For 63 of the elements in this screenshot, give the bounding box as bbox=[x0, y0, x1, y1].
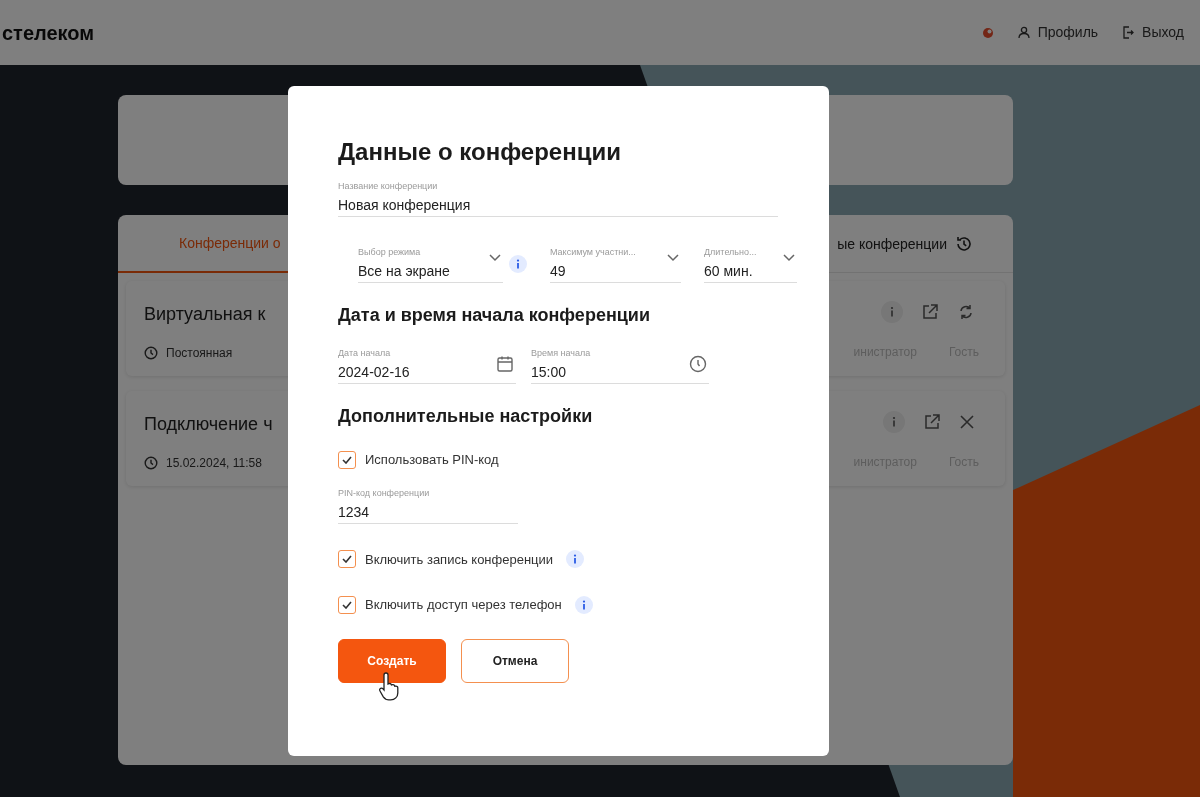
logout-icon bbox=[1122, 26, 1135, 39]
status-dot-icon bbox=[981, 26, 994, 39]
field-label: Дата начала bbox=[338, 348, 392, 359]
info-icon[interactable] bbox=[574, 595, 593, 614]
check-icon bbox=[342, 555, 352, 564]
field-label: Длительно... bbox=[704, 247, 757, 258]
history-icon bbox=[955, 235, 973, 253]
check-icon bbox=[342, 600, 352, 609]
conference-time: Постоянная bbox=[166, 345, 233, 362]
conference-title: Виртуальная к bbox=[144, 303, 266, 326]
pin-field[interactable]: PIN-код конференции 1234 bbox=[338, 486, 518, 524]
field-value: 1234 bbox=[338, 502, 371, 522]
field-value: Новая конференция bbox=[338, 196, 471, 215]
info-icon[interactable] bbox=[883, 411, 905, 433]
field-label: Название конференции bbox=[338, 181, 439, 192]
clock-icon bbox=[144, 346, 158, 360]
section-heading: Дополнительные настройки bbox=[338, 405, 593, 428]
conference-title: Подключение ч bbox=[144, 413, 273, 436]
external-link-icon[interactable] bbox=[923, 413, 941, 431]
section-heading: Дата и время начала конференции bbox=[338, 304, 650, 327]
date-field[interactable]: Дата начала 2024-02-16 bbox=[338, 347, 516, 384]
checkbox[interactable] bbox=[338, 595, 356, 614]
select-field[interactable]: Выбор режима Все на экране bbox=[358, 246, 503, 283]
dialog-title: Данные о конференции bbox=[338, 137, 621, 167]
name-field[interactable]: Название конференции Новая конференция bbox=[338, 180, 778, 217]
conference-time: 15.02.2024, 11:58 bbox=[166, 455, 262, 472]
checkbox-label: Включить запись конференции bbox=[365, 550, 554, 569]
info-icon[interactable] bbox=[881, 301, 903, 323]
logo-text: стелеком bbox=[2, 20, 95, 46]
field-value: Все на экране bbox=[358, 262, 450, 281]
field-label: PIN-код конференции bbox=[338, 487, 430, 499]
time-field[interactable]: Время начала 15:00 bbox=[531, 347, 709, 384]
select-field[interactable]: Максимум участни... 49 bbox=[550, 246, 681, 283]
create-button[interactable]: Создать bbox=[338, 638, 446, 683]
calendar-icon[interactable] bbox=[496, 355, 514, 373]
field-value: 60 мин. bbox=[704, 262, 754, 281]
tab[interactable]: ые конференции bbox=[837, 215, 1013, 273]
field-label: Выбор режима bbox=[358, 247, 422, 258]
clock-icon[interactable] bbox=[689, 355, 707, 373]
field-label: Максимум участни... bbox=[550, 247, 636, 258]
info-icon[interactable] bbox=[509, 255, 527, 273]
check-icon bbox=[342, 455, 352, 464]
field-label: Время начала bbox=[531, 348, 591, 359]
refresh-icon[interactable] bbox=[957, 303, 975, 321]
chevron-down-icon bbox=[783, 254, 795, 262]
user-icon bbox=[1017, 26, 1030, 39]
profile-link[interactable]: Профиль bbox=[1017, 22, 1099, 43]
checkbox[interactable] bbox=[338, 450, 356, 469]
checkbox-label: Включить доступ через телефон bbox=[365, 596, 562, 614]
close-icon[interactable] bbox=[959, 414, 975, 430]
chevron-down-icon bbox=[667, 254, 679, 262]
logout-link[interactable]: Выход bbox=[1122, 22, 1184, 43]
info-icon[interactable] bbox=[566, 550, 585, 569]
checkbox-label: Использовать PIN-код bbox=[365, 451, 499, 469]
field-value: 15:00 bbox=[531, 363, 568, 382]
external-link-icon[interactable] bbox=[921, 303, 939, 321]
cancel-button[interactable]: Отмена bbox=[461, 638, 569, 683]
chevron-down-icon bbox=[489, 254, 501, 262]
checkbox[interactable] bbox=[338, 550, 356, 569]
field-value: 2024-02-16 bbox=[338, 363, 410, 382]
field-value: 49 bbox=[550, 262, 567, 281]
clock-icon bbox=[144, 456, 158, 470]
select-field[interactable]: Длительно... 60 мин. bbox=[704, 246, 797, 283]
